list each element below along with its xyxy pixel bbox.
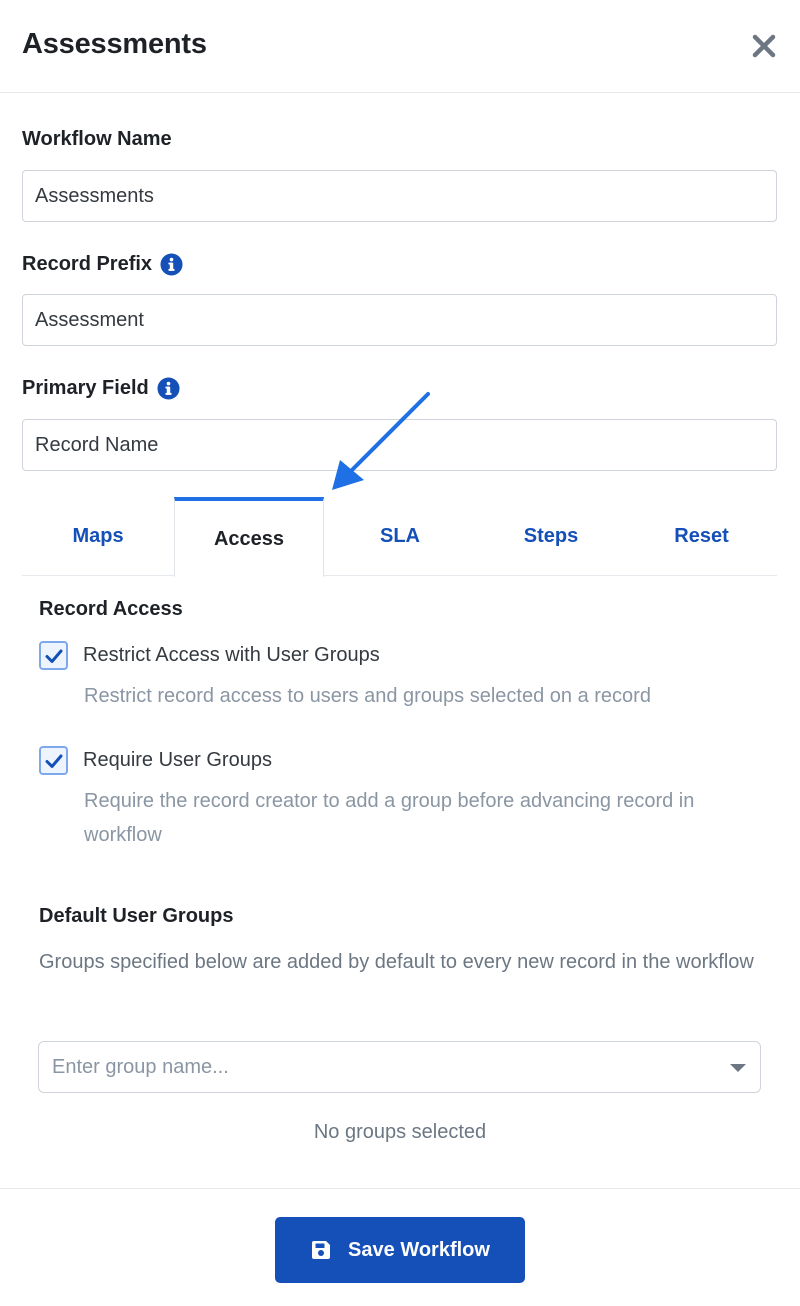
record-prefix-label-text: Record Prefix — [22, 253, 153, 275]
restrict-access-label[interactable]: Restrict Access with User Groups — [83, 644, 380, 667]
info-icon[interactable] — [157, 377, 180, 400]
no-groups-text: No groups selected — [313, 1121, 487, 1143]
restrict-access-help: Restrict record access to users and grou… — [84, 685, 651, 707]
primary-field-input[interactable] — [22, 419, 777, 471]
restrict-access-checkbox[interactable] — [39, 641, 68, 670]
record-prefix-label: Record Prefix — [22, 253, 183, 276]
default-groups-title: Default User Groups — [39, 905, 234, 927]
tab-steps[interactable]: Steps — [476, 497, 626, 576]
workflow-name-label: Workflow Name — [22, 128, 172, 151]
workflow-tabs: Maps Access SLA Steps Reset — [22, 497, 777, 577]
close-button[interactable] — [748, 30, 780, 62]
group-search-input[interactable] — [39, 1042, 719, 1092]
modal-footer: Save Workflow — [0, 1188, 800, 1306]
require-groups-help: Require the record creator to add a grou… — [84, 790, 695, 846]
primary-field-label-text: Primary Field — [22, 377, 149, 399]
info-icon[interactable] — [160, 253, 183, 276]
save-workflow-label: Save Workflow — [348, 1238, 490, 1261]
primary-field-label: Primary Field — [22, 377, 180, 400]
checkmark-icon — [45, 754, 62, 768]
default-groups-description: Groups specified below are added by defa… — [39, 951, 754, 973]
workflow-name-input[interactable] — [22, 170, 777, 222]
require-groups-label[interactable]: Require User Groups — [83, 749, 272, 772]
modal-title: Assessments — [22, 28, 207, 60]
group-select[interactable] — [38, 1041, 761, 1093]
floppy-disk-icon — [312, 1241, 331, 1259]
close-icon — [752, 34, 776, 58]
save-workflow-button[interactable]: Save Workflow — [275, 1217, 525, 1283]
record-access-title: Record Access — [39, 598, 183, 620]
record-prefix-input[interactable] — [22, 294, 777, 346]
modal-header: Assessments — [0, 0, 800, 93]
tab-access[interactable]: Access — [174, 497, 324, 577]
chevron-down-icon[interactable] — [729, 1062, 747, 1074]
workflow-name-label-text: Workflow Name — [22, 128, 172, 150]
tab-reset[interactable]: Reset — [626, 497, 777, 576]
require-groups-checkbox[interactable] — [39, 746, 68, 775]
tab-maps[interactable]: Maps — [22, 497, 174, 576]
tab-sla[interactable]: SLA — [324, 497, 476, 576]
checkmark-icon — [45, 649, 62, 663]
